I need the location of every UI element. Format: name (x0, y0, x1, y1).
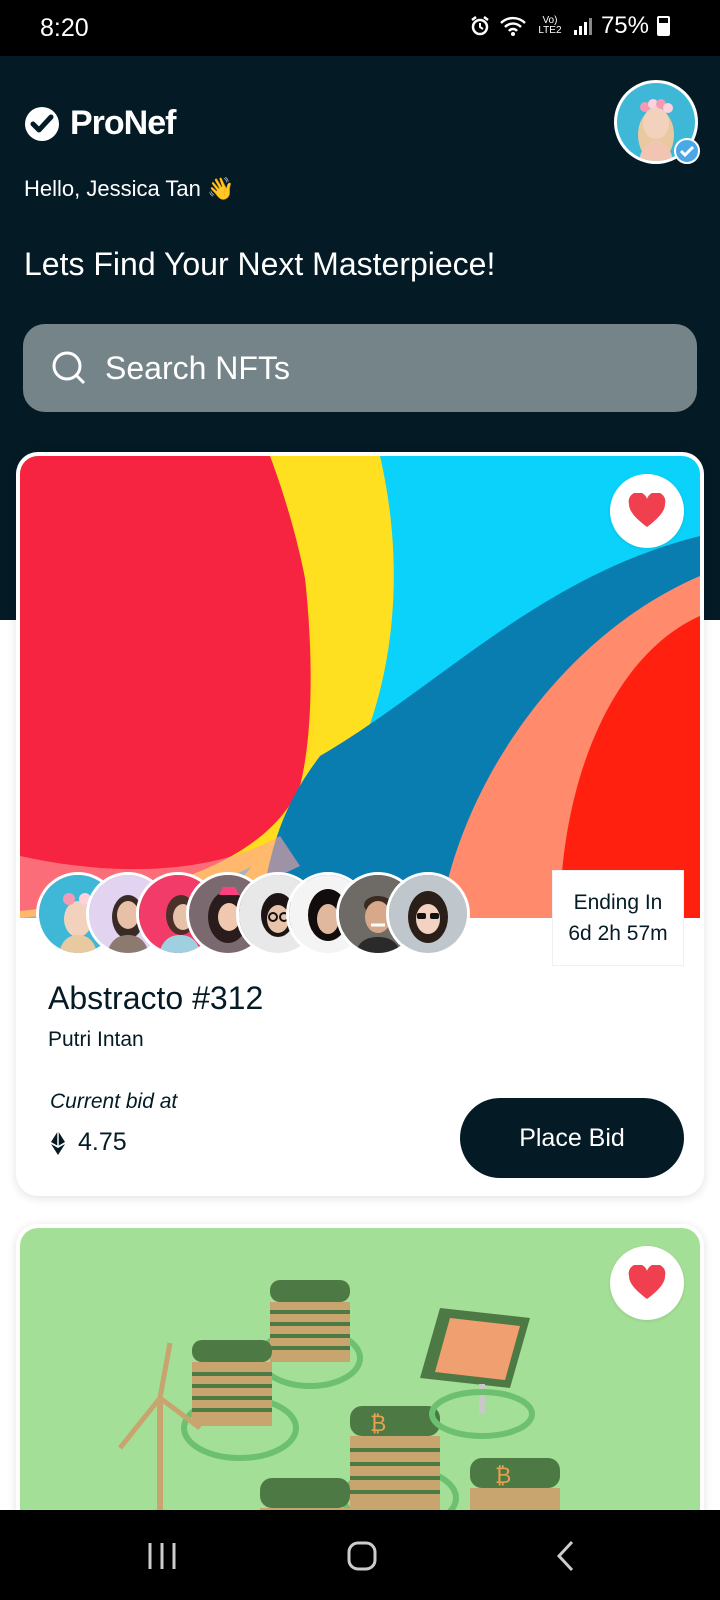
back-button[interactable] (536, 1534, 596, 1578)
ending-label: Ending In (573, 891, 663, 914)
nft-artwork (20, 456, 700, 918)
recent-apps-icon (148, 1543, 176, 1569)
battery-percent: 75% (600, 12, 649, 39)
favorite-button[interactable] (610, 474, 684, 548)
favorite-button[interactable] (610, 1246, 684, 1320)
bid-value: 4.75 (78, 1128, 127, 1156)
place-bid-button[interactable]: Place Bid (460, 1098, 684, 1178)
profile-avatar[interactable] (614, 80, 700, 164)
bid-label: Current bid at (50, 1090, 178, 1113)
app-name: ProNef (70, 104, 176, 142)
signal-icon (573, 18, 592, 35)
search-input[interactable] (103, 348, 627, 388)
app-logo: ProNef (24, 104, 176, 143)
heart-icon (628, 1265, 666, 1299)
svg-text:₿: ₿ (370, 1412, 386, 1437)
auction-countdown: Ending In 6d 2h 57m (552, 870, 684, 966)
alarm-icon (471, 16, 489, 36)
verified-icon (674, 138, 700, 164)
wifi-icon (500, 16, 526, 36)
status-icons: Vo) LTE2 75% (469, 12, 670, 40)
tagline: Lets Find Your Next Masterpiece! (24, 246, 496, 282)
ethereum-icon (51, 1130, 65, 1155)
check-badge-icon (25, 106, 59, 141)
status-time: 8:20 (40, 14, 89, 42)
ending-time: 6d 2h 57m (568, 922, 668, 945)
nft-title: Abstracto #312 (48, 980, 264, 1016)
search-icon (52, 351, 86, 385)
heart-icon (628, 493, 666, 527)
nft-creator: Putri Intan (48, 1028, 144, 1051)
home-button[interactable] (332, 1534, 392, 1578)
recent-apps-button[interactable] (132, 1534, 192, 1578)
system-nav-bar (0, 1510, 720, 1600)
bid-amount: 4.75 (50, 1128, 127, 1157)
bidder-avatars (36, 872, 496, 960)
svg-text:₿: ₿ (495, 1464, 511, 1489)
server-stack (270, 1280, 350, 1362)
network-label: Vo) LTE2 (538, 15, 562, 36)
status-bar: 8:20 Vo) LTE2 75% (0, 0, 720, 56)
search-bar[interactable] (23, 324, 697, 412)
home-icon (347, 1541, 377, 1571)
battery-icon (657, 16, 670, 36)
back-icon (556, 1540, 574, 1572)
greeting: Hello, Jessica Tan 👋 (24, 176, 235, 201)
bidder-avatar (386, 872, 470, 956)
nft-card[interactable]: Ending In 6d 2h 57m Abstracto #312 Putri… (16, 452, 704, 1196)
